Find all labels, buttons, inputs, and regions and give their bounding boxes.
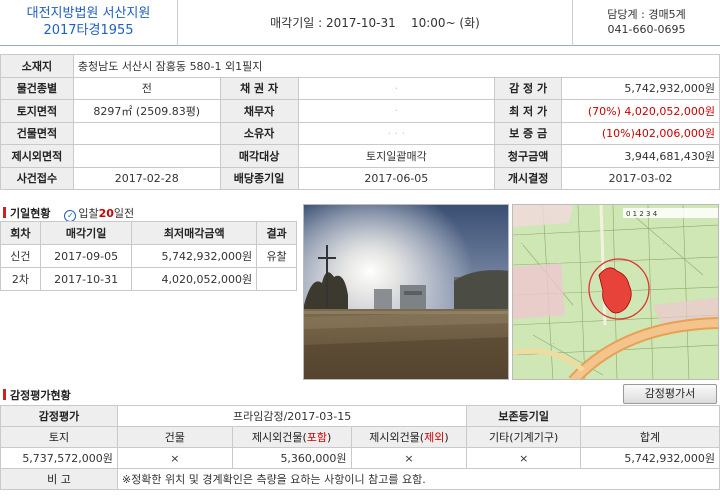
start-decision-value: 2017-03-02 [561, 166, 720, 190]
dividend-deadline-value: 2017-06-05 [297, 166, 496, 190]
preservation-date-value [580, 405, 720, 427]
table-row: 5,737,572,000원 × 5,360,000원 × × 5,742,93… [0, 447, 720, 469]
history-date: 2017-10-31 [39, 267, 133, 291]
appraisal-report-button[interactable]: 감정평가서 [623, 384, 717, 404]
start-decision-label: 개시결정 [494, 166, 563, 190]
land-type-value: 전 [72, 76, 221, 100]
location-map[interactable]: 0 1 2 3 4 · · · [512, 204, 719, 380]
creditor-value: · [297, 76, 496, 100]
appraisal-org-label: 감정평가 [0, 405, 118, 427]
debtor-label: 채무자 [219, 99, 299, 123]
owner-label: 소유자 [219, 121, 299, 145]
location-label: 소재지 [0, 54, 74, 78]
val-land: 5,737,572,000원 [0, 447, 118, 469]
history-result: 유찰 [256, 244, 297, 268]
creditor-label: 채 권 자 [219, 76, 299, 100]
deposit-label: 보 증 금 [494, 121, 563, 145]
section-marker [3, 207, 6, 218]
bid-countdown: 입찰20일전 [78, 207, 134, 220]
land-type-label: 물건종별 [0, 76, 74, 100]
case-received-value: 2017-02-28 [72, 166, 221, 190]
appraisal-section-title: 감정평가현황 [3, 387, 71, 403]
bid-countdown-days: 20 [98, 207, 114, 220]
excluded-area-label: 제시외면적 [0, 144, 74, 168]
sale-time: 10:00~ (화) [410, 16, 480, 30]
property-photo[interactable] [303, 204, 509, 380]
sale-target-value: 토지일괄매각 [297, 144, 496, 168]
col-building: 건물 [116, 426, 233, 448]
min-price-label: 최 저 가 [494, 99, 563, 123]
claim-value: 3,944,681,430원 [561, 144, 720, 168]
appraisal-table: 감정평가 프라임감정/2017-03-15 보존등기일 토지 건물 제시외건물(… [0, 405, 720, 490]
history-header-date: 매각기일 [39, 221, 133, 245]
history-round: 2차 [0, 267, 41, 291]
val-excluded-included: 5,360,000원 [231, 447, 352, 469]
history-result [256, 267, 297, 291]
sale-history-table: 회차 매각기일 최저매각금액 결과 신건 2017-09-05 5,742,93… [0, 221, 297, 291]
map-scale: 0 1 2 3 4 [626, 210, 658, 218]
case-number: 2017타경1955 [43, 23, 134, 38]
table-row: 신건 2017-09-05 5,742,932,000원 유찰 [0, 244, 297, 268]
col-excluded-excluded: 제시외건물(제외) [350, 426, 468, 448]
sale-date: 매각기일 : 2017-10-31 10:00~ (화) [180, 0, 570, 46]
court-info: 대전지방법원 서산지원 2017타경1955 [0, 0, 178, 46]
history-date: 2017-09-05 [39, 244, 133, 268]
department-info: 담당계 : 경매5계 041-660-0695 [572, 0, 720, 46]
history-amount: 4,020,052,000원 [131, 267, 258, 291]
table-row: 2차 2017-10-31 4,020,052,000원 [0, 267, 297, 291]
dividend-deadline-label: 배당종기일 [219, 166, 299, 190]
val-building: × [116, 447, 233, 469]
sale-target-label: 매각대상 [219, 144, 299, 168]
land-area-label: 토지면적 [0, 99, 74, 123]
col-total: 합계 [580, 426, 720, 448]
val-excluded-excluded: × [350, 447, 468, 469]
location-map-image: 0 1 2 3 4 · ·· [513, 205, 718, 379]
col-land: 토지 [0, 426, 118, 448]
property-info-table: 소재지 충청남도 서산시 잠홍동 580-1 외1필지 물건종별 전 채 권 자… [0, 54, 720, 190]
appraisal-price-value: 5,742,932,000원 [561, 76, 720, 100]
note-label: 비 고 [0, 468, 118, 490]
col-other: 기타(기계기구) [466, 426, 582, 448]
history-section-title: 기일현황 ✓ 입찰20일전 [3, 205, 134, 222]
building-area-value [72, 121, 221, 145]
history-amount: 5,742,932,000원 [131, 244, 258, 268]
department-phone: 041-660-0695 [607, 23, 686, 36]
claim-label: 청구금액 [494, 144, 563, 168]
history-title: 기일현황 [10, 207, 51, 220]
excluded-area-value [72, 144, 221, 168]
appraisal-price-label: 감 정 가 [494, 76, 563, 100]
case-received-label: 사건접수 [0, 166, 74, 190]
min-price-value: (70%) 4,020,052,000원 [561, 99, 720, 123]
history-header-result: 결과 [256, 221, 297, 245]
owner-value: · · · [297, 121, 496, 145]
history-header-amount: 최저매각금액 [131, 221, 258, 245]
court-name: 대전지방법원 서산지원 [26, 6, 151, 21]
debtor-value: · [297, 99, 496, 123]
land-area-value: 8297㎡ (2509.83평) [72, 99, 221, 123]
sale-date-label: 매각기일 : 2017-10-31 [270, 16, 396, 30]
building-area-label: 건물면적 [0, 121, 74, 145]
val-other: × [466, 447, 582, 469]
department-label: 담당계 : 경매5계 [607, 8, 686, 21]
history-round: 신건 [0, 244, 41, 268]
history-header-round: 회차 [0, 221, 41, 245]
note-value: ※정확한 위치 및 경계확인은 측량을 요하는 사항이니 참고를 요함. [116, 468, 720, 490]
val-total: 5,742,932,000원 [580, 447, 720, 469]
bid-countdown-suffix: 일전 [113, 207, 135, 220]
bid-countdown-prefix: 입찰 [78, 207, 99, 220]
location-value: 충청남도 서산시 잠홍동 580-1 외1필지 [72, 54, 720, 78]
preservation-date-label: 보존등기일 [466, 405, 582, 427]
section-marker [3, 389, 6, 400]
appraisal-title: 감정평가현황 [10, 389, 71, 402]
col-excluded-included: 제시외건물(포함) [231, 426, 352, 448]
deposit-value: (10%)402,006,000원 [561, 121, 720, 145]
property-photo-image [304, 205, 508, 379]
appraisal-org-value: 프라임감정/2017-03-15 [116, 405, 468, 427]
case-header: 대전지방법원 서산지원 2017타경1955 매각기일 : 2017-10-31… [0, 0, 720, 46]
